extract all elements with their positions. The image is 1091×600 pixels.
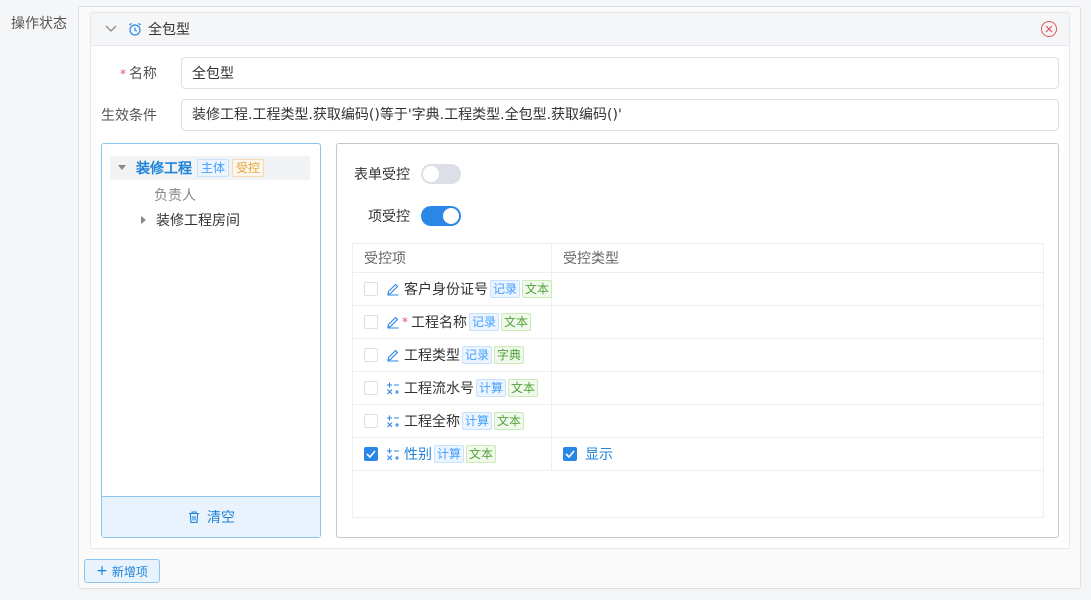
item-name: 性别	[404, 447, 432, 463]
calc-icon	[386, 447, 400, 461]
tree-node-owner[interactable]: 负责人	[154, 185, 196, 205]
tag-data: 文本	[466, 445, 497, 463]
control-type-cell: 显示	[552, 438, 1043, 470]
add-item-button[interactable]: + 新增项	[84, 559, 160, 583]
tag-subject: 主体	[197, 159, 230, 177]
operation-state-label: 操作状态	[11, 16, 67, 32]
tag-data: 文本	[508, 379, 539, 397]
card-title: 全包型	[148, 22, 190, 38]
table-row: 性别 计算 文本 显示	[353, 438, 1043, 471]
caret-down-icon[interactable]	[116, 162, 128, 174]
form-control-row: 表单受控	[337, 164, 461, 184]
edit-icon	[386, 348, 400, 362]
table-row: 工程类型 记录 字典	[353, 339, 1043, 372]
item-control-row: 项受控	[337, 206, 461, 226]
chevron-down-icon[interactable]	[104, 22, 118, 36]
tag-data: 文本	[501, 313, 532, 331]
tree-node-root[interactable]: 装修工程 主体 受控	[110, 156, 310, 180]
plus-icon: +	[96, 563, 108, 579]
row-checkbox[interactable]	[364, 315, 378, 329]
caret-right-icon[interactable]	[138, 214, 150, 226]
controlled-items-table: 受控项 受控类型 客户身份证号 记录 文本 * 工程名称 记录 文本 工程类型 …	[352, 243, 1044, 518]
condition-row: 生效条件	[91, 99, 169, 131]
calc-icon	[386, 381, 400, 395]
edit-icon	[386, 282, 400, 296]
row-checkbox[interactable]	[364, 414, 378, 428]
trash-icon	[187, 510, 201, 524]
control-type-cell	[552, 273, 1043, 305]
condition-label: 生效条件	[101, 108, 157, 124]
form-control-switch[interactable]	[421, 164, 461, 184]
tag-type: 记录	[490, 280, 521, 298]
table-row: 工程流水号 计算 文本	[353, 372, 1043, 405]
control-type-cell	[552, 306, 1043, 338]
required-mark: *	[402, 315, 408, 329]
card-header[interactable]: 全包型	[91, 13, 1069, 46]
form-control-label: 表单受控	[354, 167, 410, 183]
item-name: 工程全称	[404, 414, 460, 430]
display-label: 显示	[585, 447, 613, 463]
name-label: * 名称	[120, 66, 157, 82]
item-control-label: 项受控	[368, 209, 410, 225]
clear-button-label: 清空	[207, 510, 235, 526]
control-type-cell	[552, 405, 1043, 437]
control-type-cell	[552, 372, 1043, 404]
item-name: 工程流水号	[404, 381, 474, 397]
control-type-cell	[552, 339, 1043, 371]
tag-type: 记录	[469, 313, 500, 331]
tree-root-label: 装修工程	[136, 161, 192, 177]
display-checkbox[interactable]	[563, 447, 577, 461]
tree-node-rooms-label: 装修工程房间	[156, 213, 240, 229]
required-mark: *	[120, 67, 126, 81]
item-name: 客户身份证号	[404, 282, 488, 298]
row-checkbox[interactable]	[364, 348, 378, 362]
row-checkbox[interactable]	[364, 282, 378, 296]
alarm-clock-icon	[128, 22, 142, 36]
name-row: * 名称	[91, 57, 169, 89]
control-settings-panel: 表单受控 项受控 受控项 受控类型 客户身份证号 记录 文本 * 工程名称 记录…	[336, 143, 1059, 538]
add-item-label: 新增项	[111, 564, 148, 579]
item-name: 工程名称	[411, 315, 467, 331]
name-input[interactable]	[181, 57, 1059, 89]
entity-tree-panel: 装修工程 主体 受控 负责人 装修工程房间 清空	[101, 143, 321, 538]
tag-type: 记录	[462, 346, 493, 364]
tag-data: 文本	[494, 412, 525, 430]
clear-button[interactable]: 清空	[102, 496, 320, 537]
edit-icon	[386, 315, 400, 329]
item-control-switch[interactable]	[421, 206, 461, 226]
display-option[interactable]: 显示	[563, 444, 613, 464]
tag-type: 计算	[462, 412, 493, 430]
header-controlled-item: 受控项	[353, 244, 552, 272]
tag-data: 文本	[522, 280, 553, 298]
tag-data: 字典	[494, 346, 525, 364]
table-row: * 工程名称 记录 文本	[353, 306, 1043, 339]
tag-type: 计算	[476, 379, 507, 397]
tree-node-rooms[interactable]: 装修工程房间	[138, 210, 240, 230]
calc-icon	[386, 414, 400, 428]
tag-type: 计算	[434, 445, 465, 463]
table-header: 受控项 受控类型	[353, 244, 1043, 273]
state-card: 全包型 *名称 生效条件 装修工程.工程类型.获取编码()等于'字典.工程类型.…	[90, 12, 1070, 549]
item-name: 工程类型	[404, 348, 460, 364]
row-checkbox[interactable]	[364, 447, 378, 461]
row-checkbox[interactable]	[364, 381, 378, 395]
tag-controlled: 受控	[232, 159, 265, 177]
header-control-type: 受控类型	[563, 251, 619, 267]
condition-input[interactable]: 装修工程.工程类型.获取编码()等于'字典.工程类型.全包型.获取编码()'	[181, 99, 1059, 131]
table-row: 客户身份证号 记录 文本	[353, 273, 1043, 306]
table-row: 工程全称 计算 文本	[353, 405, 1043, 438]
close-icon[interactable]	[1041, 21, 1057, 37]
